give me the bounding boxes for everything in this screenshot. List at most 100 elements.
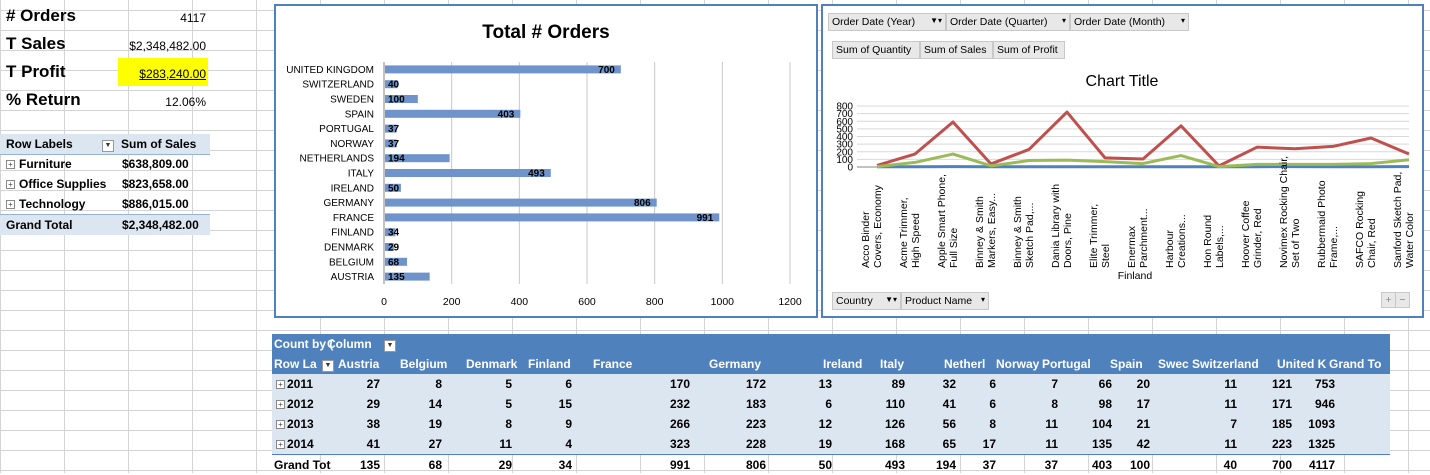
year-row[interactable]: +20112785617017213893267662011121753 <box>272 374 1390 395</box>
pivot-cell: 13 <box>792 377 832 391</box>
bar-category-label: FINLAND <box>331 228 374 239</box>
pivot-cell: 183 <box>726 397 766 411</box>
bar-data-label: 493 <box>528 169 545 180</box>
pivot-cell: 121 <box>1252 377 1292 391</box>
grand-total-label: Grand Tot <box>274 458 330 472</box>
country-column-header: Finland <box>528 357 571 371</box>
pivot-cell: 6 <box>532 377 572 391</box>
bar-data-label: 135 <box>388 272 405 283</box>
bar-x-tick-label: 600 <box>578 296 596 308</box>
orders-bar-chart[interactable]: Total # Orders020040060080010001200UNITE… <box>274 4 818 318</box>
line-chart-svg: Chart Title0100200300400500600700800Acco… <box>823 6 1422 316</box>
sum-of-sales-header: Sum of Sales <box>121 137 196 151</box>
axis-field-button[interactable]: Country▼▾ <box>832 292 901 310</box>
bar-x-tick-label: 400 <box>511 296 529 308</box>
grand-total-label: Grand Total <box>6 218 72 232</box>
pivot-cell: 8 <box>956 417 996 431</box>
pivot-row-label: Office Supplies <box>19 177 106 191</box>
pivot-cell: 168 <box>865 437 905 451</box>
pivot-cell: 228 <box>726 437 766 451</box>
pivot-cell: 7 <box>1018 377 1058 391</box>
pivot-cell: 11 <box>1197 397 1237 411</box>
grand-total-value: $2,348,482.00 <box>122 218 199 232</box>
country-column-header: Austria <box>338 357 379 371</box>
country-column-header: France <box>593 357 632 371</box>
pivot-cell: 65 <box>916 437 956 451</box>
pivot-cell: 232 <box>650 397 690 411</box>
country-column-header: Portugal <box>1042 357 1091 371</box>
pivot-cell: 98 <box>1072 397 1112 411</box>
bar[interactable] <box>385 169 551 177</box>
bar-data-label: 34 <box>388 228 400 239</box>
pivot-row[interactable]: +Office Supplies$823,658.00 <box>0 174 210 194</box>
pivot-cell: 89 <box>865 377 905 391</box>
bar-data-label: 700 <box>598 65 615 76</box>
year-row[interactable]: +2012291451523218361104168981711171946 <box>272 394 1390 415</box>
pivot-cell: 14 <box>402 397 442 411</box>
pivot-cell: 50 <box>792 458 832 472</box>
year-row[interactable]: +201338198926622312126568111042171851093 <box>272 414 1390 435</box>
pivot-cell: 185 <box>1252 417 1292 431</box>
bar-data-label: 68 <box>388 257 400 268</box>
collapse-field-icon[interactable]: − <box>1395 292 1410 308</box>
grand-total-row[interactable]: Grand Tot1356829349918065049319437374031… <box>272 454 1390 475</box>
country-column-header: United K <box>1277 357 1326 371</box>
pivot-row[interactable]: +Technology$886,015.00 <box>0 194 210 214</box>
pivot-cell: 41 <box>916 397 956 411</box>
axis-field-button[interactable]: Product Name▾ <box>901 292 989 310</box>
series-line-sum-of-sales[interactable] <box>877 112 1409 166</box>
pivot-cell: 15 <box>532 397 572 411</box>
bar-data-label: 40 <box>388 80 400 91</box>
pivot-cell: 753 <box>1295 377 1335 391</box>
line-category-label: Rubbermaid PhotoFrame,... <box>1316 180 1340 268</box>
pivot-cell: 8 <box>1018 397 1058 411</box>
pivot-cell: 110 <box>865 397 905 411</box>
pivot-row-label: Technology <box>19 197 85 211</box>
pivot-cell: 223 <box>1252 437 1292 451</box>
bar-category-label: NETHERLANDS <box>300 154 375 165</box>
pivot-cell: 8 <box>402 377 442 391</box>
pivot-row[interactable]: +Furniture$638,809.00 <box>0 154 210 174</box>
country-column-header: Swec <box>1158 357 1189 371</box>
pivot-cell: 7 <box>1197 417 1237 431</box>
pivot-cell: 32 <box>916 377 956 391</box>
bar[interactable] <box>385 65 621 73</box>
pivot-cell: 42 <box>1110 437 1150 451</box>
pivot-cell: 37 <box>1018 458 1058 472</box>
country-column-header: Netherl <box>944 357 985 371</box>
line-category-label: Binney & SmithSketch Pad,... <box>1012 196 1036 268</box>
pivot-cell: 403 <box>1072 458 1112 472</box>
pivot-cell: 37 <box>956 458 996 472</box>
country-column-header: Grand To <box>1329 357 1381 371</box>
country-column-header: Spain <box>1110 357 1143 371</box>
pivot-cell: 100 <box>1110 458 1150 472</box>
line-category-label: Acco BinderCovers, Economy <box>860 184 884 268</box>
country-column-header: Italy <box>880 357 904 371</box>
year-row[interactable]: +201441271143232281916865171113542112231… <box>272 434 1390 455</box>
line-category-label: Acme Trimmer,High Speed <box>898 197 922 268</box>
pivot-cell: 68 <box>402 458 442 472</box>
pivot-cell: 104 <box>1072 417 1112 431</box>
bar[interactable] <box>385 199 657 207</box>
pivot-cell: 806 <box>726 458 766 472</box>
pivot-cell: 20 <box>1110 377 1150 391</box>
year-label: 2011 <box>287 377 313 391</box>
bar-data-label: 29 <box>388 243 400 254</box>
bar-data-label: 50 <box>388 183 400 194</box>
bar-chart-title: Total # Orders <box>482 22 609 43</box>
pivot-cell: 66 <box>1072 377 1112 391</box>
bar[interactable] <box>385 213 719 221</box>
pivot-cell: 5 <box>472 377 512 391</box>
country-column-header: Denmark <box>466 357 517 371</box>
pivot-line-chart[interactable]: Order Date (Year)▼▾Order Date (Quarter)▾… <box>821 4 1424 318</box>
bar-data-label: 37 <box>388 124 400 135</box>
kpi-label: T Profit <box>6 62 66 82</box>
filter-funnel-icon: ▼▾ <box>885 293 897 307</box>
pivot-cell: 34 <box>532 458 572 472</box>
expand-field-icon[interactable]: + <box>1381 292 1396 308</box>
pivot-cell: 21 <box>1110 417 1150 431</box>
bar-x-tick-label: 1200 <box>778 296 802 308</box>
pivot2-header-row-2: Row La ▼ AustriaBelgiumDenmarkFinlandFra… <box>272 354 1390 374</box>
pivot-row-value: $638,809.00 <box>122 157 189 171</box>
pivot-cell: 41 <box>340 437 380 451</box>
